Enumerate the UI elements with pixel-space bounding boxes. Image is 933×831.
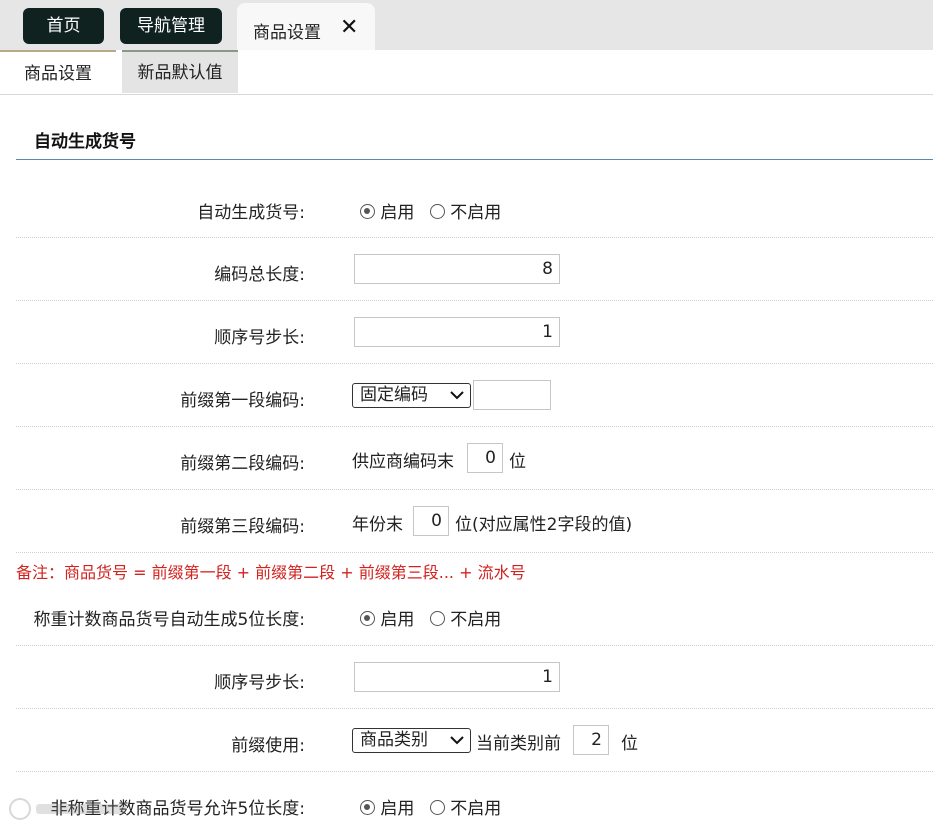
row-seq-step: 顺序号步长: 1 xyxy=(16,301,933,364)
seq-step-label: 顺序号步长: xyxy=(214,328,305,348)
prefix-use-before-text: 当前类别前 xyxy=(476,734,561,754)
prefix-use-after-text: 位 xyxy=(621,734,638,754)
row-nonweigh: 非称重计数商品货号允许5位长度: 启用 不启用 xyxy=(16,772,933,826)
row-code-length: 编码总长度: 8 xyxy=(16,238,933,301)
weigh-auto-label: 称重计数商品货号自动生成5位长度: xyxy=(33,610,305,630)
tab-nav-manage[interactable]: 导航管理 xyxy=(120,8,222,44)
auto-gen-radios: 启用 不启用 xyxy=(360,198,501,223)
row-prefix1: 前缀第一段编码: 固定编码 xyxy=(16,364,933,427)
row-seq-step-2: 顺序号步长: 1 xyxy=(16,646,933,709)
weigh-auto-off-radio[interactable] xyxy=(429,611,445,626)
seq-step-input[interactable]: 1 xyxy=(354,317,560,347)
code-length-label: 编码总长度: xyxy=(214,265,305,285)
subtab-product-settings[interactable]: 商品设置 xyxy=(0,50,116,94)
top-tab-bar: 首页 导航管理 商品设置 ✕ xyxy=(0,0,933,50)
seq-step-2-label: 顺序号步长: xyxy=(214,673,305,693)
prefix2-after-text: 位 xyxy=(509,452,526,472)
row-prefix-use: 前缀使用: 商品类别 当前类别前 2 位 xyxy=(16,709,933,772)
auto-gen-on-radio[interactable] xyxy=(360,204,375,219)
section-divider xyxy=(16,159,933,160)
seq-step-2-input[interactable]: 1 xyxy=(354,662,560,692)
prefix1-select[interactable]: 固定编码 xyxy=(352,383,471,408)
tab-product-settings[interactable]: 商品设置 ✕ xyxy=(237,3,375,50)
nonweigh-off-label: 不启用 xyxy=(450,799,502,819)
prefix-use-label: 前缀使用: xyxy=(231,736,305,756)
subtab-new-product-defaults[interactable]: 新品默认值 xyxy=(122,50,238,93)
tab-home[interactable]: 首页 xyxy=(23,8,104,44)
chevron-down-icon xyxy=(450,384,464,413)
row-prefix2: 前缀第二段编码: 供应商编码末 0 位 xyxy=(16,427,933,490)
auto-gen-on-label: 启用 xyxy=(380,203,415,223)
row-auto-gen: 自动生成货号: 启用 不启用 xyxy=(16,176,933,238)
prefix-use-select[interactable]: 商品类别 xyxy=(352,728,471,753)
sub-tab-bar: 商品设置 新品默认值 xyxy=(0,50,933,95)
prefix3-label: 前缀第三段编码: xyxy=(180,517,305,537)
prefix2-input[interactable]: 0 xyxy=(467,443,503,473)
prefix-use-input[interactable]: 2 xyxy=(573,725,609,755)
nonweigh-off-radio[interactable] xyxy=(429,800,445,815)
prefix-use-select-value: 商品类别 xyxy=(360,730,428,750)
close-icon[interactable]: ✕ xyxy=(340,15,358,40)
prefix3-after-text: 位(对应属性2字段的值) xyxy=(455,515,633,535)
weigh-auto-on-label: 启用 xyxy=(380,610,415,630)
auto-gen-off-radio[interactable] xyxy=(429,204,445,219)
chevron-down-icon xyxy=(450,729,464,758)
prefix1-label: 前缀第一段编码: xyxy=(180,391,305,411)
weigh-auto-off-label: 不启用 xyxy=(450,610,502,630)
row-weigh-auto: 称重计数商品货号自动生成5位长度: 启用 不启用 xyxy=(16,585,933,646)
prefix1-input[interactable] xyxy=(473,380,551,410)
prefix3-before-text: 年份末 xyxy=(352,515,403,535)
auto-gen-off-label: 不启用 xyxy=(450,203,502,223)
weigh-auto-on-radio[interactable] xyxy=(360,611,375,626)
prefix3-input[interactable]: 0 xyxy=(413,506,449,536)
nonweigh-on-label: 启用 xyxy=(380,799,415,819)
tab-product-settings-label: 商品设置 xyxy=(253,23,321,43)
nonweigh-radios: 启用 不启用 xyxy=(360,794,501,819)
row-prefix3: 前缀第三段编码: 年份末 0 位(对应属性2字段的值) xyxy=(16,490,933,553)
prefix2-before-text: 供应商编码末 xyxy=(352,452,454,472)
code-length-input[interactable]: 8 xyxy=(354,254,560,284)
watermark-logo xyxy=(6,792,136,826)
prefix2-label: 前缀第二段编码: xyxy=(180,454,305,474)
section-title: 自动生成货号 xyxy=(34,132,136,152)
auto-gen-label: 自动生成货号: xyxy=(197,203,305,223)
remark-note: 备注：商品货号 = 前缀第一段 + 前缀第二段 + 前缀第三段... + 流水号 xyxy=(16,563,526,582)
weigh-auto-radios: 启用 不启用 xyxy=(360,605,501,630)
prefix1-select-value: 固定编码 xyxy=(360,385,428,405)
nonweigh-on-radio[interactable] xyxy=(360,800,375,815)
